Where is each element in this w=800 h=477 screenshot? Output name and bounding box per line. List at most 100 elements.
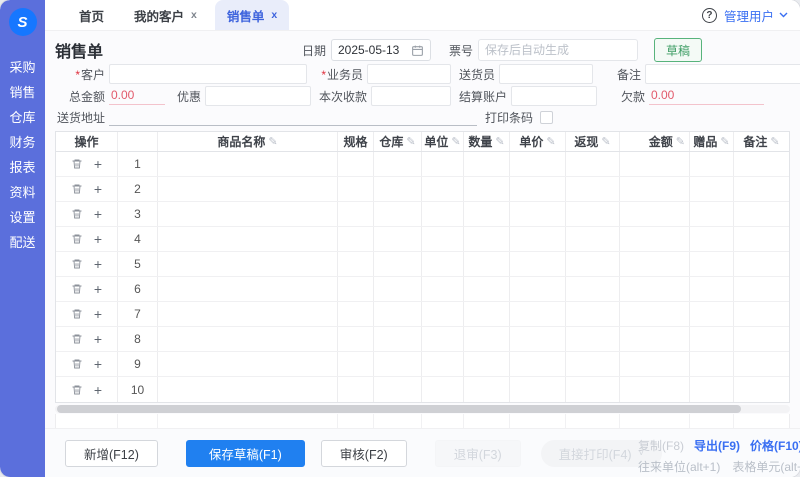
grid-cell[interactable] bbox=[510, 252, 566, 276]
add-row-icon[interactable]: + bbox=[94, 182, 102, 196]
grid-cell[interactable] bbox=[510, 227, 566, 251]
grid-cell[interactable] bbox=[374, 277, 422, 301]
grid-cell[interactable] bbox=[158, 252, 338, 276]
grid-cell[interactable] bbox=[338, 227, 374, 251]
edit-column-icon[interactable]: ✎ bbox=[770, 135, 779, 148]
grid-cell[interactable] bbox=[734, 377, 789, 402]
received-input[interactable] bbox=[371, 86, 451, 106]
grid-cell[interactable] bbox=[338, 277, 374, 301]
grid-cell[interactable] bbox=[338, 152, 374, 176]
grid-cell[interactable] bbox=[464, 177, 510, 201]
grid-cell[interactable] bbox=[338, 202, 374, 226]
edit-column-icon[interactable]: ✎ bbox=[451, 135, 460, 148]
remark-input[interactable] bbox=[645, 64, 800, 84]
grid-cell[interactable] bbox=[690, 377, 734, 402]
grid-cell[interactable] bbox=[158, 377, 338, 402]
grid-cell[interactable] bbox=[464, 377, 510, 402]
sidebar-item[interactable]: 资料 bbox=[9, 180, 35, 205]
grid-cell[interactable] bbox=[464, 352, 510, 376]
add-row-icon[interactable]: + bbox=[94, 332, 102, 346]
grid-cell[interactable] bbox=[338, 177, 374, 201]
grid-cell[interactable] bbox=[510, 277, 566, 301]
edit-column-icon[interactable]: ✎ bbox=[546, 135, 555, 148]
grid-cell[interactable] bbox=[734, 202, 789, 226]
grid-cell[interactable] bbox=[566, 202, 620, 226]
discount-input[interactable] bbox=[205, 86, 311, 106]
edit-column-icon[interactable]: ✎ bbox=[676, 135, 685, 148]
add-row-icon[interactable]: + bbox=[94, 257, 102, 271]
customer-input[interactable] bbox=[109, 64, 307, 84]
grid-cell[interactable] bbox=[338, 377, 374, 402]
grid-cell[interactable] bbox=[338, 252, 374, 276]
account-input[interactable] bbox=[511, 86, 597, 106]
add-row-icon[interactable]: + bbox=[94, 383, 102, 397]
edit-column-icon[interactable]: ✎ bbox=[495, 135, 504, 148]
add-row-icon[interactable]: + bbox=[94, 357, 102, 371]
delete-row-icon[interactable] bbox=[71, 333, 83, 345]
grid-cell[interactable] bbox=[422, 377, 464, 402]
salesman-input[interactable] bbox=[367, 64, 451, 84]
delete-row-icon[interactable] bbox=[71, 358, 83, 370]
grid-cell[interactable] bbox=[734, 252, 789, 276]
grid-cell[interactable] bbox=[566, 227, 620, 251]
grid-cell[interactable] bbox=[338, 302, 374, 326]
delete-row-icon[interactable] bbox=[71, 208, 83, 220]
grid-cell[interactable] bbox=[566, 327, 620, 351]
grid-cell[interactable] bbox=[620, 152, 690, 176]
sidebar-item[interactable]: 采购 bbox=[9, 55, 35, 80]
grid-cell[interactable] bbox=[464, 202, 510, 226]
delete-row-icon[interactable] bbox=[71, 258, 83, 270]
grid-cell[interactable] bbox=[690, 352, 734, 376]
grid-cell[interactable] bbox=[374, 252, 422, 276]
grid-cell[interactable] bbox=[464, 277, 510, 301]
edit-column-icon[interactable]: ✎ bbox=[406, 135, 415, 148]
button-audit[interactable]: 审核(F2) bbox=[321, 440, 407, 467]
grid-cell[interactable] bbox=[690, 302, 734, 326]
button-save-draft[interactable]: 保存草稿(F1) bbox=[186, 440, 305, 467]
grid-cell[interactable] bbox=[374, 352, 422, 376]
grid-cell[interactable] bbox=[374, 202, 422, 226]
grid-cell[interactable] bbox=[374, 327, 422, 351]
sidebar-item[interactable]: 财务 bbox=[9, 130, 35, 155]
tab-my-customers[interactable]: 我的客户x bbox=[122, 0, 209, 30]
grid-cell[interactable] bbox=[464, 327, 510, 351]
grid-cell[interactable] bbox=[734, 227, 789, 251]
grid-cell[interactable] bbox=[690, 327, 734, 351]
grid-cell[interactable] bbox=[620, 227, 690, 251]
grid-cell[interactable] bbox=[620, 327, 690, 351]
grid-cell[interactable] bbox=[158, 227, 338, 251]
grid-cell[interactable] bbox=[566, 152, 620, 176]
tab-close-icon[interactable]: x bbox=[271, 10, 277, 21]
ticket-input[interactable] bbox=[478, 39, 638, 61]
grid-cell[interactable] bbox=[422, 252, 464, 276]
add-row-icon[interactable]: + bbox=[94, 282, 102, 296]
delete-row-icon[interactable] bbox=[71, 233, 83, 245]
grid-cell[interactable] bbox=[620, 202, 690, 226]
sidebar-item[interactable]: 仓库 bbox=[9, 105, 35, 130]
grid-cell[interactable] bbox=[690, 177, 734, 201]
grid-cell[interactable] bbox=[734, 302, 789, 326]
grid-cell[interactable] bbox=[422, 352, 464, 376]
grid-cell[interactable] bbox=[620, 352, 690, 376]
grid-cell[interactable] bbox=[510, 352, 566, 376]
sidebar-item[interactable]: 配送 bbox=[9, 230, 35, 255]
print-barcode-checkbox[interactable] bbox=[540, 111, 553, 124]
grid-cell[interactable] bbox=[566, 177, 620, 201]
button-add[interactable]: 新增(F12) bbox=[65, 440, 158, 467]
grid-cell[interactable] bbox=[158, 352, 338, 376]
grid-cell[interactable] bbox=[510, 152, 566, 176]
delete-row-icon[interactable] bbox=[71, 283, 83, 295]
action-export[interactable]: 导出(F9) bbox=[694, 437, 740, 454]
tab-sales-order[interactable]: 销售单x bbox=[215, 0, 289, 30]
delete-row-icon[interactable] bbox=[71, 308, 83, 320]
grid-cell[interactable] bbox=[158, 302, 338, 326]
delete-row-icon[interactable] bbox=[71, 158, 83, 170]
grid-cell[interactable] bbox=[374, 177, 422, 201]
help-icon[interactable]: ? bbox=[702, 8, 717, 23]
add-row-icon[interactable]: + bbox=[94, 307, 102, 321]
grid-cell[interactable] bbox=[422, 302, 464, 326]
grid-cell[interactable] bbox=[620, 302, 690, 326]
grid-cell[interactable] bbox=[422, 227, 464, 251]
grid-cell[interactable] bbox=[734, 152, 789, 176]
grid-cell[interactable] bbox=[734, 352, 789, 376]
